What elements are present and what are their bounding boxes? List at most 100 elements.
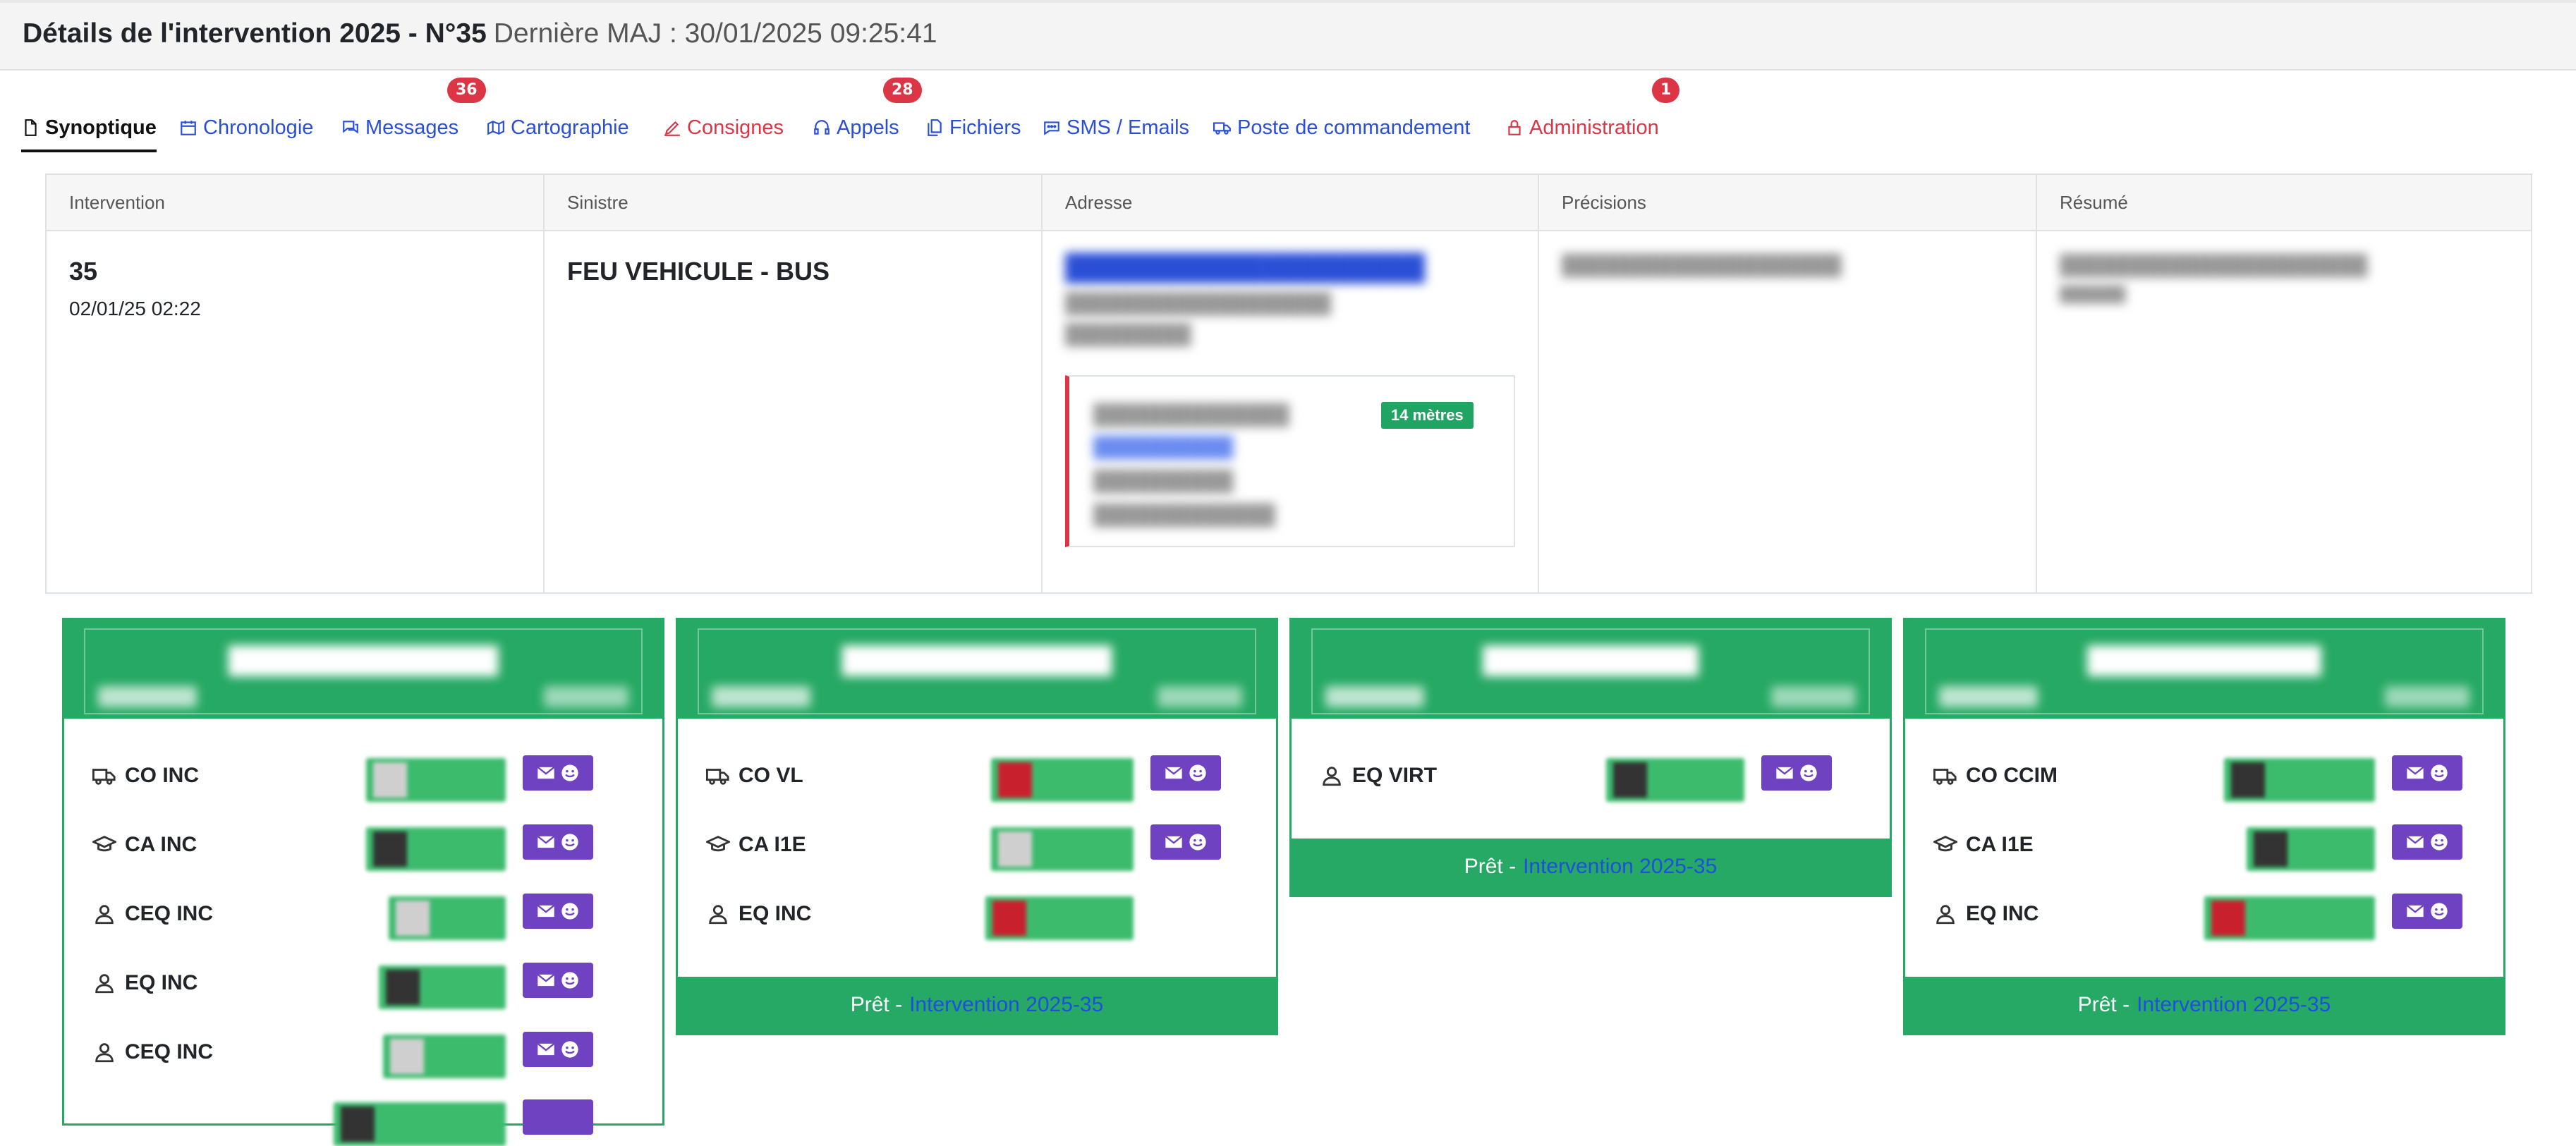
crew-row: CEQ INC [92, 1032, 641, 1078]
contact-button[interactable] [2392, 894, 2462, 929]
card-header: ███████████████ [678, 620, 1276, 719]
tab-label: Messages [365, 116, 459, 139]
intervention-title: Détails de l'intervention 2025 - N°35 [23, 18, 487, 49]
tab-poste-de-commandement[interactable]: Poste de commandement [1213, 106, 1470, 150]
tab-sms-emails[interactable]: SMS / Emails [1043, 106, 1189, 150]
user-icon [95, 905, 114, 925]
contact-button[interactable] [1150, 824, 1221, 860]
contact-button[interactable] [523, 755, 593, 791]
user-icon [709, 905, 727, 925]
vehicle-status-redacted [1158, 686, 1242, 707]
smiley-icon [561, 903, 578, 920]
tab-consignes[interactable]: Consignes [663, 106, 784, 150]
crew-role: EQ INC [92, 971, 198, 995]
crew-member-redacted[interactable] [2247, 827, 2375, 871]
tab-administration[interactable]: Administration 1 [1505, 78, 1680, 150]
crew-role: CEQ INC [92, 1040, 213, 1064]
intervention-link[interactable]: Intervention 2025-35 [2137, 993, 2331, 1017]
crew-member-redacted[interactable] [1606, 758, 1744, 802]
tab-label: Administration [1529, 116, 1659, 139]
calendar-icon [181, 121, 196, 135]
crew-member-redacted[interactable] [991, 758, 1134, 802]
sms-icon [1044, 121, 1059, 135]
vehicle-name-redacted: ███████████████ [228, 645, 499, 674]
crew-role: CA INC [92, 833, 197, 857]
tab-label: SMS / Emails [1067, 116, 1190, 139]
smiley-icon [561, 1041, 578, 1058]
vehicle-name-redacted: ███████████████ [842, 645, 1112, 674]
contact-button[interactable] [523, 894, 593, 929]
card-header: ████████████ [1292, 620, 1890, 719]
crew-row: CO VL [706, 755, 1255, 802]
vehicle-status-redacted [544, 686, 628, 707]
card-header-frame: ███████████████ [84, 628, 643, 714]
contact-button[interactable] [1761, 755, 1832, 791]
vehicle-card: ███████████████ CO VL CA I1E EQ INC Prêt… [676, 618, 1278, 1035]
column-intervention: Intervention 35 02/01/25 02:22 [47, 175, 545, 594]
vehicle-status-redacted [1771, 686, 1856, 707]
contact-button[interactable] [2392, 824, 2462, 860]
tab-cartographie[interactable]: Cartographie [487, 106, 629, 150]
envelope-icon [537, 973, 555, 987]
crew-member-redacted[interactable] [379, 965, 506, 1009]
graduation-cap-icon [92, 836, 116, 852]
messages-count-badge: 36 [447, 78, 486, 103]
resume-redacted: ██████████████████████ [2060, 254, 2368, 276]
address-link-redacted[interactable]: ████████████████████ [1065, 252, 1425, 282]
column-header: Adresse [1065, 192, 1133, 213]
crew-member-redacted[interactable] [366, 827, 506, 871]
smiley-icon [2431, 834, 2448, 851]
card-header-frame: ███████████████ [698, 628, 1256, 714]
tab-messages[interactable]: Messages 36 [341, 78, 486, 150]
crew-member-redacted[interactable] [985, 896, 1134, 940]
crew-role: CA I1E [1933, 833, 2034, 857]
tab-synoptique[interactable]: Synoptique [21, 106, 157, 152]
crew-member-redacted[interactable] [334, 1102, 506, 1146]
crew-member-redacted[interactable] [389, 896, 506, 940]
contact-button[interactable] [523, 1032, 593, 1067]
lock-icon [1508, 120, 1521, 135]
contact-button[interactable] [1150, 755, 1221, 791]
user-icon [1936, 905, 1955, 925]
smiley-icon [561, 834, 578, 851]
envelope-icon [2406, 835, 2424, 848]
smiley-icon [1800, 764, 1817, 781]
crew-member-redacted[interactable] [366, 758, 506, 802]
intervention-date: 02/01/25 02:22 [69, 298, 201, 319]
contact-button[interactable] [2392, 755, 2462, 791]
envelope-icon [537, 766, 555, 779]
column-header: Résumé [2060, 192, 2128, 213]
intervention-link[interactable]: Intervention 2025-35 [909, 993, 1103, 1017]
crew-row: EQ INC [92, 963, 641, 1009]
tab-chronologie[interactable]: Chronologie [179, 106, 313, 150]
precision-badge: 14 mètres [1381, 402, 1474, 429]
status-text: Prêt - [2077, 993, 2130, 1016]
crew-member-redacted[interactable] [383, 1035, 506, 1078]
graduation-cap-icon [706, 836, 730, 852]
tab-fichiers[interactable]: Fichiers [925, 106, 1021, 150]
vehicle-tag-redacted [1939, 686, 2038, 707]
vehicle-card: █████████████ CO CCIM CA I1E EQ INC Prêt… [1903, 618, 2505, 1035]
tab-label: Chronologie [203, 116, 314, 139]
intervention-link[interactable]: Intervention 2025-35 [1523, 855, 1717, 879]
crew-row: CA INC [92, 824, 641, 871]
crew-member-redacted[interactable] [2204, 896, 2375, 940]
contact-button[interactable] [523, 963, 593, 998]
graduation-cap-icon [1933, 836, 1957, 852]
resume-redacted: ██████ [2060, 285, 2126, 303]
contact-button[interactable] [523, 1099, 593, 1135]
crew-member-redacted[interactable] [2224, 758, 2375, 802]
geo-link-redacted[interactable]: ██████████ [1093, 436, 1233, 458]
vehicle-name-redacted: █████████████ [2087, 645, 2321, 674]
tab-appels[interactable]: Appels 28 [813, 78, 922, 150]
card-status-footer: Prêt - Intervention 2025-35 [678, 977, 1276, 1033]
contact-button[interactable] [523, 824, 593, 860]
crew-member-redacted[interactable] [991, 827, 1134, 871]
column-header: Intervention [69, 192, 165, 213]
smiley-icon [561, 764, 578, 781]
status-text: Prêt - [850, 993, 903, 1016]
column-header: Sinistre [567, 192, 628, 213]
page-header: Détails de l'intervention 2025 - N°35 Der… [0, 0, 2576, 71]
address-line-redacted: ███████████████████ [1065, 292, 1331, 314]
vehicle-card: ████████████ EQ VIRT Prêt - Intervention… [1289, 618, 1892, 897]
